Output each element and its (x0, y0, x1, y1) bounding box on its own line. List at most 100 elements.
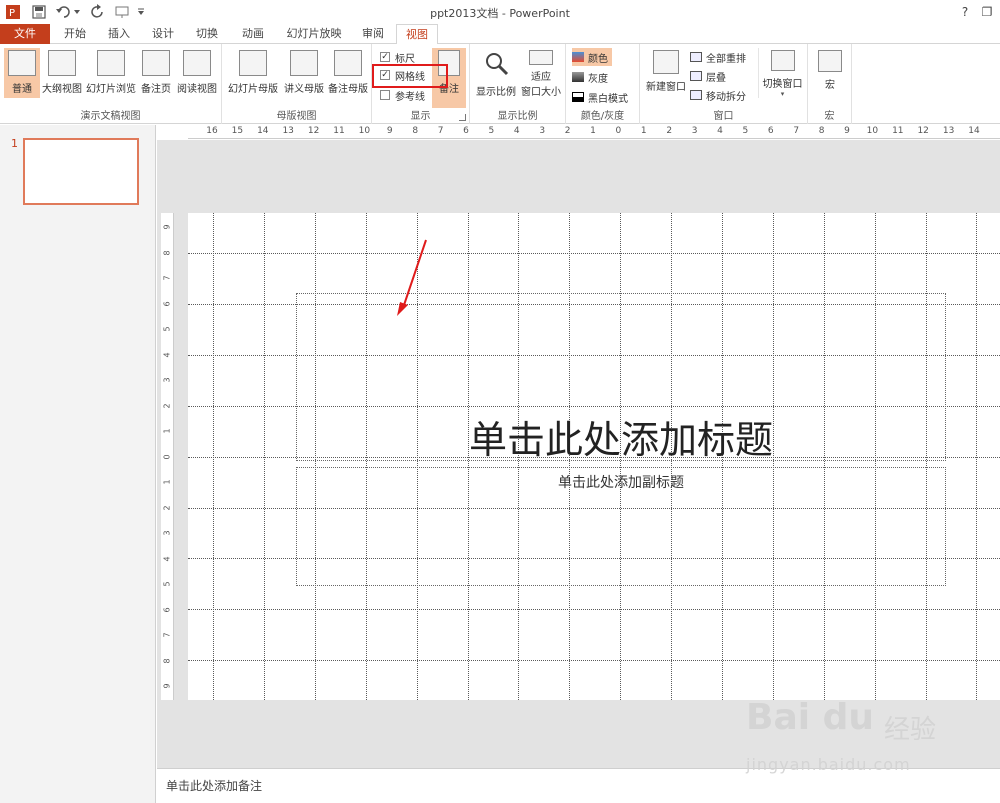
ruler-tick-label: 0 (615, 126, 622, 136)
watermark-url: jingyan.baidu.com (746, 755, 911, 774)
chevron-down-icon: ▾ (780, 90, 785, 98)
ribbon-tabs: 文件 开始 插入 设计 切换 动画 幻灯片放映 审阅 视图 (0, 24, 1000, 45)
arrange-all-button[interactable]: 全部重排 (690, 48, 746, 66)
ruler-tick-label: 5 (162, 326, 172, 332)
ruler-tick-label: 6 (162, 300, 172, 307)
title-bar: P ppt2013文档 - PowerPoint ? ❐ (0, 0, 1000, 24)
notes-master-icon (334, 50, 362, 76)
baidu-jingyan-watermark: Bai du 经验 jingyan.baidu.com (746, 697, 986, 787)
outline-view-icon (48, 50, 76, 76)
group-label: 颜色/灰度 (580, 111, 625, 122)
slide-sorter-button[interactable]: 幻灯片浏览 (85, 48, 137, 98)
ruler-check-icon: ✓ (380, 52, 390, 62)
macro-icon (818, 50, 842, 72)
tab-review[interactable]: 审阅 (354, 24, 392, 44)
reading-view-button[interactable]: 阅读视图 (175, 48, 219, 98)
ruler-tick-label: 8 (412, 126, 419, 136)
title-placeholder[interactable]: 单击此处添加标题 (296, 293, 946, 462)
ruler-tick-label: 12 (917, 126, 929, 136)
slide-thumbnail[interactable] (23, 138, 139, 205)
ruler-tick-label: 4 (162, 351, 172, 358)
tab-design[interactable]: 设计 (144, 24, 182, 44)
ruler-tick-label: 2 (666, 126, 673, 136)
ribbon-display-options-button[interactable]: ❐ (976, 2, 998, 22)
tab-view[interactable]: 视图 (396, 24, 438, 45)
switch-windows-icon (770, 50, 795, 71)
ruler-tick-label: 1 (162, 428, 172, 434)
slide-master-icon (239, 50, 267, 76)
ruler-tick-label: 5 (162, 581, 172, 587)
tab-insert[interactable]: 插入 (100, 24, 138, 44)
outline-view-button[interactable]: 大纲视图 (41, 48, 83, 98)
gridline-horizontal (188, 253, 1000, 254)
ruler-tick-label: 3 (162, 377, 172, 383)
grayscale-button[interactable]: 灰度 (572, 68, 608, 86)
ruler-tick-label: 6 (463, 126, 469, 136)
ruler-tick-label: 8 (162, 249, 172, 256)
slide-thumbnail-pane: 1 (0, 125, 156, 803)
ruler-tick-label: 3 (539, 126, 546, 136)
slide-canvas[interactable]: 单击此处添加标题 单击此处添加副标题 (188, 213, 1000, 700)
ruler-tick-label: 2 (564, 126, 571, 136)
ruler-tick-label: 5 (488, 126, 495, 136)
help-button[interactable]: ? (954, 2, 976, 22)
fit-to-window-button[interactable]: 适应 窗口大小 (520, 48, 562, 98)
move-split-button[interactable]: 移动拆分 (690, 86, 746, 104)
ruler-tick-label: 5 (742, 126, 749, 136)
watermark-jingyan-text: 经验 (884, 715, 937, 745)
tab-animations[interactable]: 动画 (234, 24, 272, 44)
tab-home[interactable]: 开始 (56, 24, 94, 44)
tab-file[interactable]: 文件 (0, 24, 50, 44)
ruler-tick-label: 6 (767, 126, 774, 136)
group-label: 窗口 (713, 111, 734, 122)
color-button[interactable]: 颜色 (572, 48, 612, 66)
ruler-tick-label: 3 (162, 530, 172, 536)
ruler-tick-label: 13 (282, 126, 294, 136)
reading-view-icon (183, 50, 211, 76)
magnifier-icon (483, 50, 509, 79)
cascade-button[interactable]: 层叠 (690, 67, 726, 85)
ruler-tick-label: 3 (691, 126, 698, 136)
red-arrow-icon (395, 238, 429, 323)
black-white-button[interactable]: 黑白模式 (572, 88, 628, 106)
arrange-all-icon (690, 52, 702, 62)
ruler-tick-label: 8 (162, 657, 172, 664)
ruler-tick-label: 2 (162, 402, 172, 409)
handout-master-button[interactable]: 讲义母版 (282, 48, 326, 98)
notes-page-button[interactable]: 备注页 (139, 48, 173, 98)
guides-checkbox[interactable]: 参考线 (380, 86, 425, 104)
ribbon: 普通 大纲视图 幻灯片浏览 备注页 阅读视图 演示文稿视图 幻灯片母版 讲义母版 (0, 44, 1000, 124)
tab-transitions[interactable]: 切换 (188, 24, 226, 44)
ruler-tick-label: 15 (231, 126, 244, 136)
notes-master-button[interactable]: 备注母版 (326, 48, 370, 98)
macros-button[interactable]: 宏 (814, 48, 846, 98)
zoom-button[interactable]: 显示比例 (474, 48, 518, 98)
color-icon (572, 52, 584, 62)
ruler-tick-label: 4 (162, 555, 172, 562)
grayscale-icon (572, 72, 584, 82)
switch-windows-button[interactable]: 切换窗口 ▾ (758, 48, 806, 98)
ruler-tick-label: 1 (162, 479, 172, 485)
gridlines-highlight-box (372, 64, 448, 88)
subtitle-placeholder[interactable]: 单击此处添加副标题 (296, 467, 946, 586)
normal-view-button[interactable]: 普通 (4, 48, 40, 98)
ruler-tick-label: 16 (206, 126, 218, 136)
ruler-tick-label: 10 (866, 126, 879, 136)
title-placeholder-text: 单击此处添加标题 (468, 418, 773, 462)
group-master-views: 幻灯片母版 讲义母版 备注母版 母版视图 (222, 44, 372, 124)
new-window-icon (653, 50, 679, 74)
ruler-tick-label: 7 (162, 275, 172, 281)
dialog-launcher-icon[interactable] (459, 114, 466, 121)
new-window-button[interactable]: 新建窗口 (644, 48, 688, 98)
ruler-tick-label: 10 (358, 126, 371, 136)
ruler-tick-label: 4 (717, 126, 723, 136)
normal-view-icon (8, 50, 36, 76)
guides-check-icon (380, 90, 390, 100)
horizontal-ruler-numbers: 16 15 14 13 12 11 10 9 8 7 6 5 4 3 2 1 0 1 2 3 4 5 6 7 8 9 10 11 12 1… (188, 125, 1000, 139)
tab-slideshow[interactable]: 幻灯片放映 (282, 24, 346, 44)
notes-placeholder: 单击此处添加备注 (166, 779, 263, 793)
slide-master-button[interactable]: 幻灯片母版 (226, 48, 280, 98)
move-split-icon (690, 90, 702, 100)
ruler-tick-label: 9 (386, 126, 393, 136)
ruler-tick-label: 7 (437, 126, 444, 136)
